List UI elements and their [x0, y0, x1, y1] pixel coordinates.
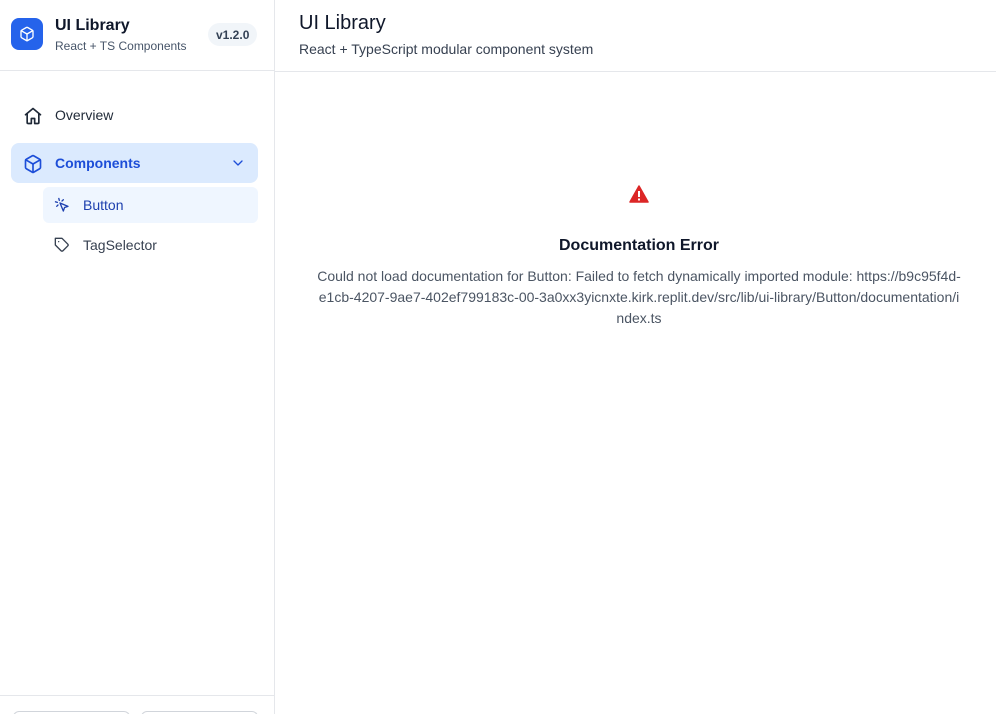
- sidebar-item-overview[interactable]: Overview: [11, 95, 258, 135]
- sidebar-subitem-label: Button: [83, 197, 124, 213]
- error-message: Could not load documentation for Button:…: [317, 268, 961, 326]
- sidebar-subitem-button[interactable]: Button: [43, 187, 258, 223]
- brand-header: UI Library React + TS Components v1.2.0: [0, 0, 274, 71]
- sidebar-footer: [0, 695, 274, 714]
- cube-icon: [23, 154, 43, 174]
- error-title: Documentation Error: [558, 237, 719, 254]
- version-badge: v1.2.0: [208, 23, 258, 46]
- home-icon: [23, 106, 43, 126]
- sidebar: UI Library React + TS Components v1.2.0 …: [0, 0, 275, 714]
- warning-triangle-icon: [629, 185, 649, 203]
- cursor-click-icon: [54, 197, 70, 213]
- sidebar-item-label: Components: [55, 155, 141, 171]
- sidebar-item-label: Overview: [55, 107, 114, 123]
- sidebar-item-components[interactable]: Components: [11, 143, 258, 183]
- sidebar-subitem-label: TagSelector: [83, 237, 157, 253]
- sidebar-subitem-tagselector[interactable]: TagSelector: [43, 227, 258, 263]
- brand-subtitle: React + TS Components: [55, 39, 187, 53]
- page-subtitle: React + TypeScript modular component sys…: [299, 41, 594, 57]
- page-title: UI Library: [299, 12, 386, 34]
- chevron-down-icon[interactable]: [230, 155, 246, 171]
- tag-icon: [54, 237, 70, 253]
- cube-icon: [11, 18, 43, 50]
- page-header: UI Library React + TypeScript modular co…: [275, 0, 996, 72]
- brand-title: UI Library: [55, 17, 130, 34]
